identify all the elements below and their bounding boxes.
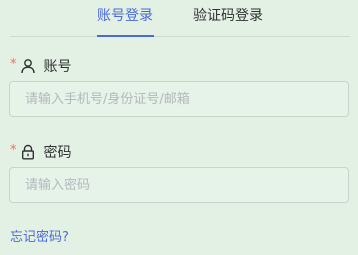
lock-icon <box>20 144 36 160</box>
tab-account-login[interactable]: 账号登录 <box>97 6 153 26</box>
account-field-label: * 账号 <box>10 56 72 76</box>
password-label-text: 密码 <box>43 145 72 161</box>
user-icon <box>20 58 36 74</box>
required-mark: * <box>10 56 17 72</box>
active-tab-indicator <box>97 35 154 37</box>
password-field-label: * 密码 <box>10 142 72 162</box>
password-input[interactable] <box>10 168 348 202</box>
tab-code-login[interactable]: 验证码登录 <box>193 6 263 26</box>
account-label-text: 账号 <box>43 59 72 75</box>
login-tabs: 账号登录 验证码登录 <box>10 0 350 37</box>
password-input-wrapper <box>9 167 349 203</box>
account-input-wrapper <box>9 81 349 117</box>
required-mark: * <box>10 142 17 158</box>
account-input[interactable] <box>10 82 348 116</box>
forgot-password-link[interactable]: 忘记密码? <box>10 229 69 247</box>
